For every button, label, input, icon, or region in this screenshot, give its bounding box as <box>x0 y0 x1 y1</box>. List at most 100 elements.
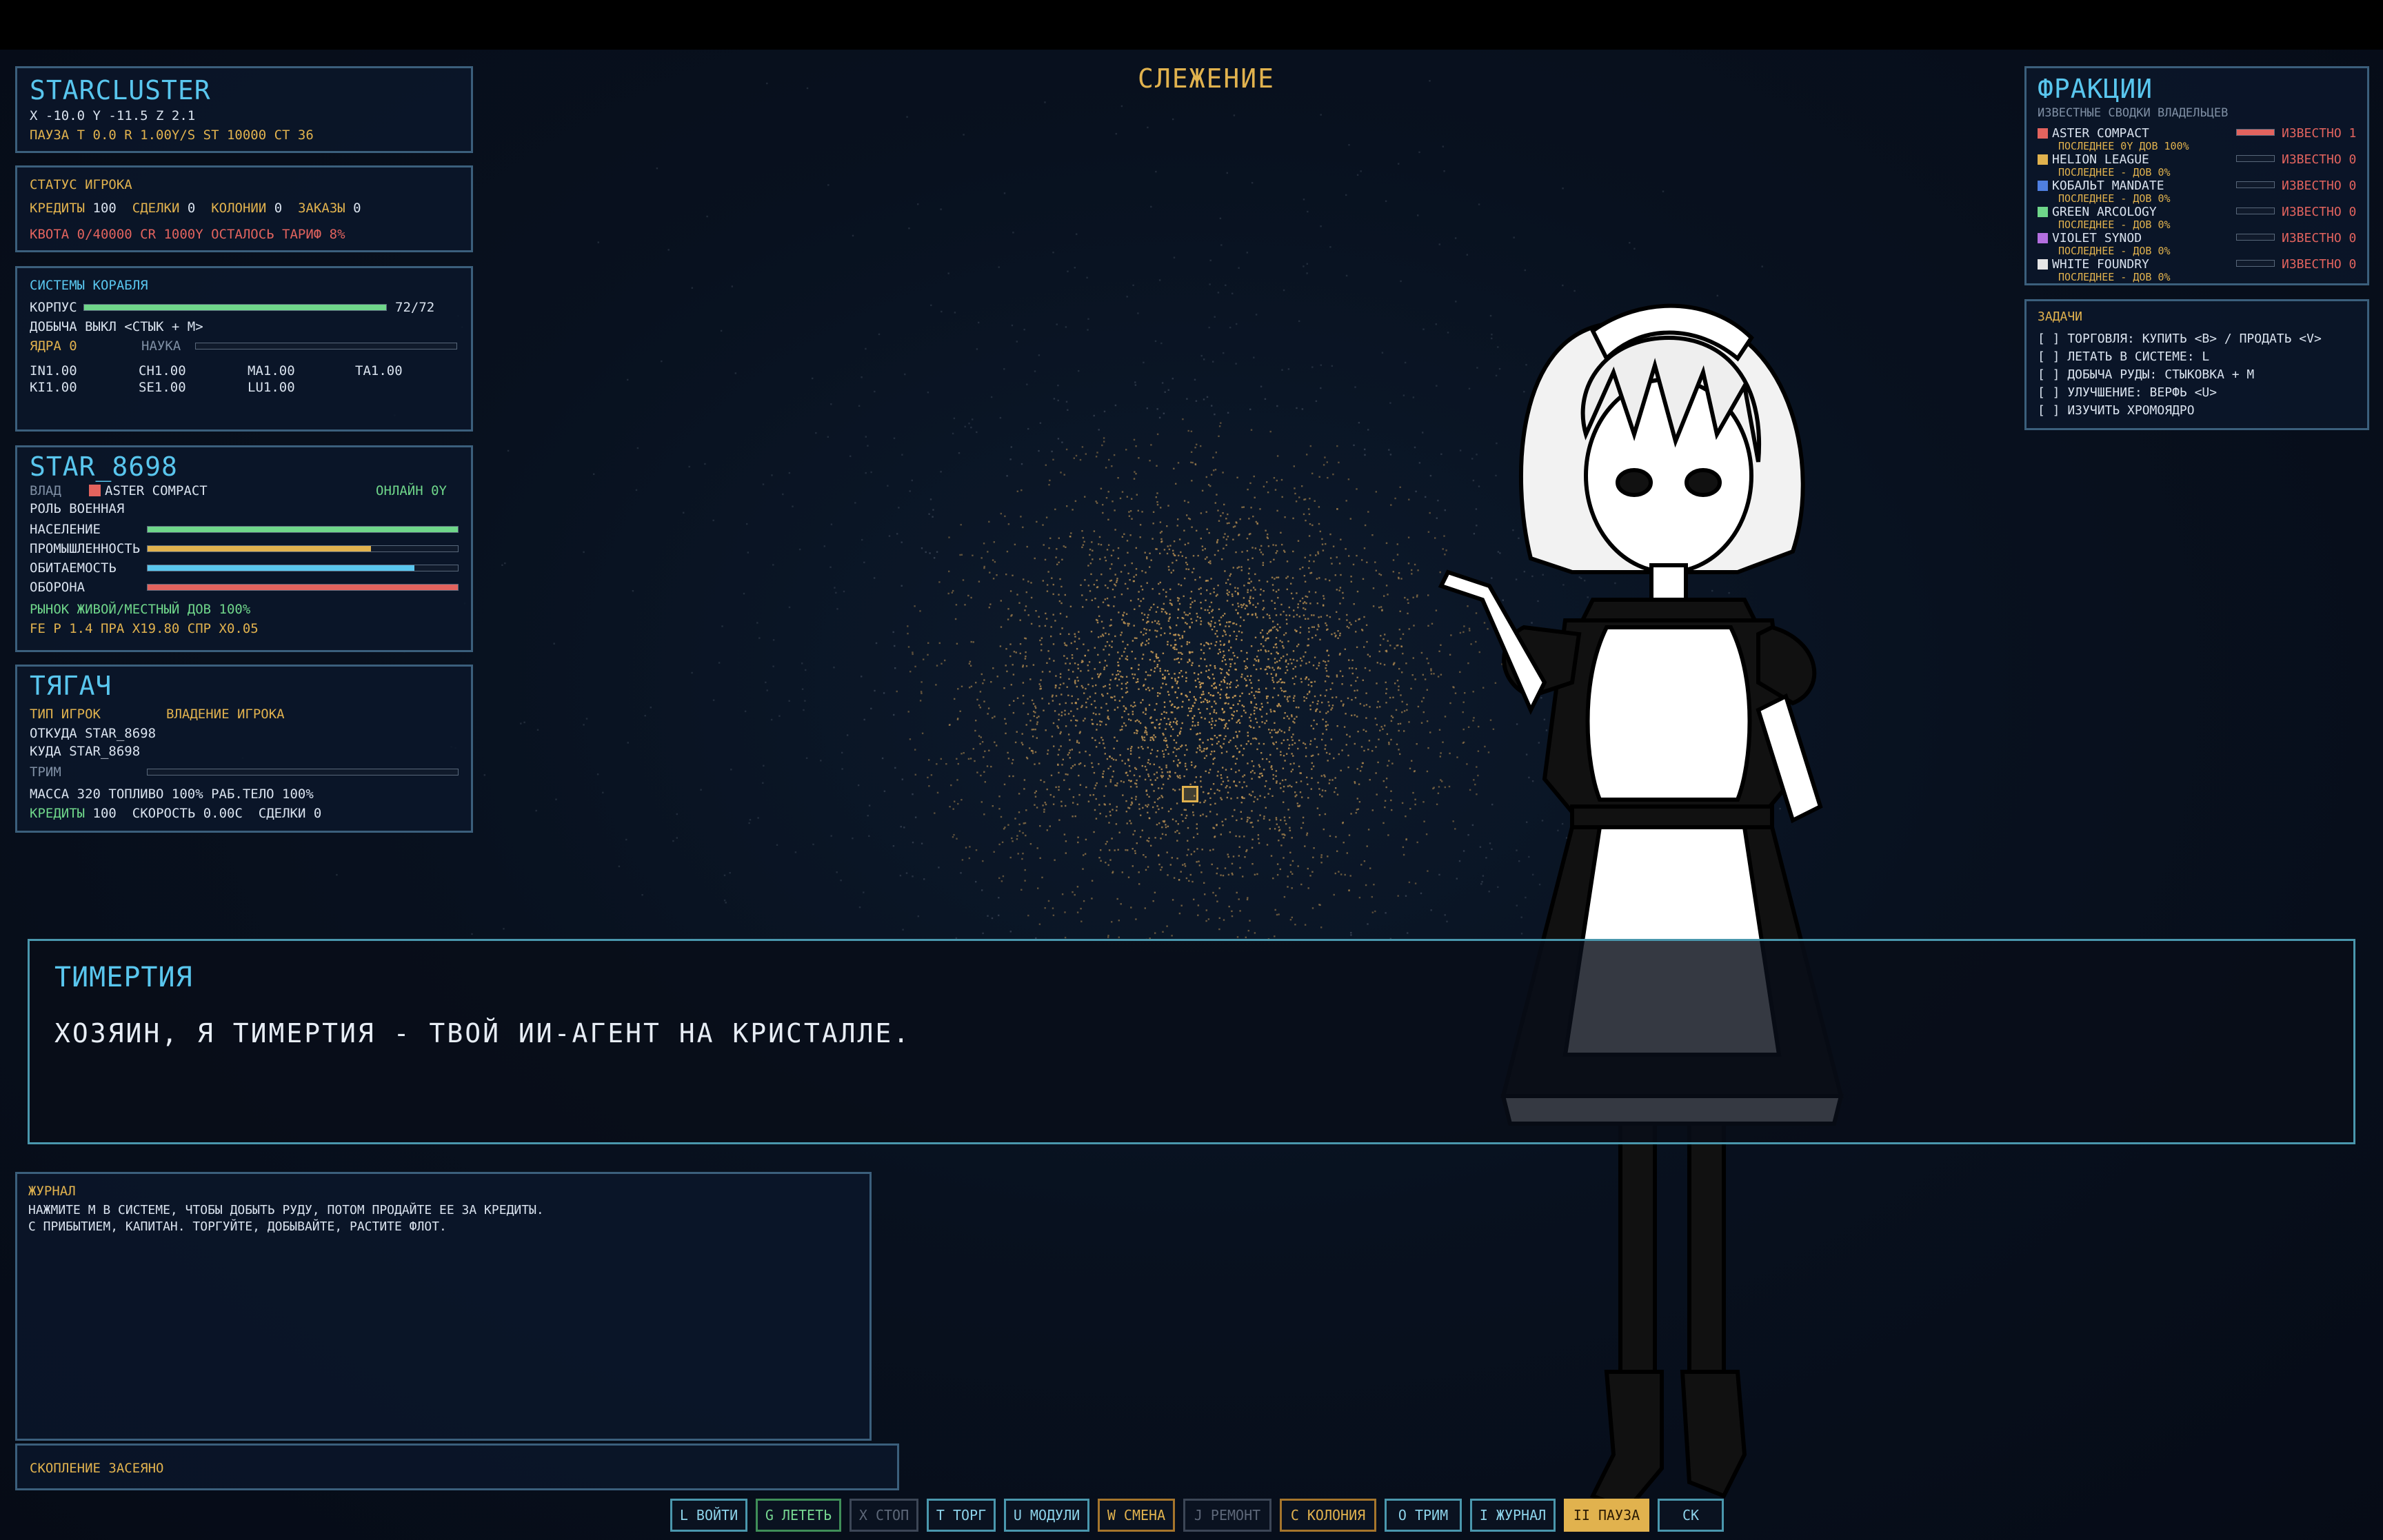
tug-speed: СКОРОСТЬ 0.00C <box>132 806 243 821</box>
quota-line: КВОТА 0/40000 CR 1000Y ОСТАЛОСЬ ТАРИФ 8% <box>30 227 345 242</box>
star-role: РОЛЬ ВОЕННАЯ <box>30 501 125 516</box>
ship-systems-panel: СИСТЕМЫ КОРАБЛЯ КОРПУС 72/72 ДОБЫЧА ВЫКЛ… <box>15 266 473 432</box>
tug-from: ОТКУДА STAR_8698 <box>30 726 157 741</box>
stat-in: IN1.00 <box>30 363 77 378</box>
hull-value: 72/72 <box>395 300 435 315</box>
colonies-value: 0 <box>274 201 283 216</box>
player-status-title: СТАТУС ИГРОКА <box>30 177 132 192</box>
science-label: НАУКА <box>141 338 181 354</box>
journal-title: ЖУРНАЛ <box>28 1184 76 1199</box>
faction-last-seen: ПОСЛЕДНЕЕ - ДОВ 0% <box>2058 271 2171 283</box>
faction-last-seen: ПОСЛЕДНЕЕ - ДОВ 0% <box>2058 166 2171 179</box>
credits-value: 100 <box>92 201 117 216</box>
defense-label: ОБОРОНА <box>30 580 86 595</box>
hotkey-trim-button[interactable]: O ТРИМ <box>1385 1499 1462 1532</box>
status-line-panel: СКОПЛЕНИЕ ЗАСЕЯНО <box>15 1443 899 1490</box>
faction-color-swatch <box>2038 233 2048 243</box>
stat-ki: KI1.00 <box>30 380 77 395</box>
tasks-panel: ЗАДАЧИ [ ] ТОРГОВЛЯ: КУПИТЬ <B> / ПРОДАТ… <box>2024 299 2369 430</box>
faction-known-bar <box>2236 155 2275 162</box>
deals-value: 0 <box>187 201 196 216</box>
faction-known-bar <box>2236 207 2275 214</box>
hotkey-journal-button[interactable]: I ЖУРНАЛ <box>1470 1499 1556 1532</box>
journal-panel[interactable]: ЖУРНАЛ НАЖМИТЕ M В СИСТЕМЕ, ЧТОБЫ ДОБЫТЬ… <box>15 1172 872 1441</box>
player-status-panel: СТАТУС ИГРОКА КРЕДИТЫ 100 СДЕЛКИ 0 КОЛОН… <box>15 165 473 252</box>
faction-color-swatch <box>2038 207 2048 217</box>
hotkey-repair-button[interactable]: J РЕМОНТ <box>1183 1499 1271 1532</box>
status-line-text: СКОПЛЕНИЕ ЗАСЕЯНО <box>30 1461 164 1476</box>
faction-last-seen: ПОСЛЕДНЕЕ 0Y ДОВ 100% <box>2058 140 2189 152</box>
faction-last-seen: ПОСЛЕДНЕЕ - ДОВ 0% <box>2058 192 2171 205</box>
cores-label: ЯДРА 0 <box>30 338 77 354</box>
starcluster-title: STARCLUSTER <box>30 75 211 105</box>
dialog-box[interactable]: ТИМЕРТИЯ ХОЗЯИН, Я ТИМЕРТИЯ - ТВОЙ ИИ-АГ… <box>28 939 2355 1144</box>
mass-row: МАССА 320 ТОПЛИВО 100% РАБ.ТЕЛО 100% <box>30 787 314 802</box>
task-item[interactable]: [ ] ЛЕТАТЬ В СИСТЕМЕ: L <box>2038 349 2209 365</box>
tug-deals: СДЕЛКИ 0 <box>258 806 322 821</box>
defense-bar <box>147 584 459 591</box>
faction-known-count: ИЗВЕСТНО 0 <box>2282 179 2357 193</box>
stat-ta: TA1.00 <box>355 363 403 378</box>
journal-line: НАЖМИТЕ M В СИСТЕМЕ, ЧТОБЫ ДОБЫТЬ РУДУ, … <box>28 1203 544 1217</box>
hotkey-fly-button[interactable]: G ЛЕТЕТЬ <box>756 1499 841 1532</box>
faction-color-swatch <box>2038 128 2048 139</box>
star-title: STAR_8698 <box>30 452 178 482</box>
starcluster-status: ПАУЗА T 0.0 R 1.00Y/S ST 10000 CT 36 <box>30 128 314 143</box>
hotkey-colony-button[interactable]: C КОЛОНИЯ <box>1280 1499 1376 1532</box>
starcluster-panel: STARCLUSTER X -10.0 Y -11.5 Z 2.1 ПАУЗА … <box>15 66 473 153</box>
faction-known-count: ИЗВЕСТНО 0 <box>2282 231 2357 245</box>
prices-line: FE P 1.4 ПРА X19.80 СПР X0.05 <box>30 621 259 636</box>
faction-last-seen: ПОСЛЕДНЕЕ - ДОВ 0% <box>2058 245 2171 257</box>
selected-star-marker[interactable] <box>1182 786 1198 802</box>
faction-known-bar <box>2236 234 2275 241</box>
tug-credits-value: 100 <box>92 806 117 821</box>
faction-color-swatch <box>2038 259 2048 270</box>
tug-footer: КРЕДИТЫ 100 СКОРОСТЬ 0.00C СДЕЛКИ 0 <box>30 806 321 821</box>
faction-color-swatch <box>2038 154 2048 165</box>
hotkey-trade-button[interactable]: T ТОРГ <box>927 1499 996 1532</box>
dialog-speaker-name: ТИМЕРТИЯ <box>54 962 193 993</box>
owner-name: ASTER COMPACT <box>105 483 208 498</box>
faction-known-bar <box>2236 181 2275 188</box>
stat-ch: CH1.00 <box>139 363 186 378</box>
timertia-character-portrait <box>1438 303 1844 1512</box>
faction-known-bar <box>2236 129 2275 136</box>
habitability-bar <box>147 565 459 571</box>
journal-line: С ПРИБЫТИЕМ, КАПИТАН. ТОРГУЙТЕ, ДОБЫВАЙТ… <box>28 1219 447 1234</box>
owner-faction: ASTER COMPACT <box>89 483 208 498</box>
tug-title: ТЯГАЧ <box>30 671 112 701</box>
stat-ma: MA1.00 <box>248 363 295 378</box>
hotkey-switch-button[interactable]: W СМЕНА <box>1098 1499 1175 1532</box>
hotkey-extra-button[interactable]: СК <box>1658 1499 1724 1532</box>
hotkey-enter-button[interactable]: L ВОЙТИ <box>670 1499 747 1532</box>
tug-ownership: ВЛАДЕНИЕ ИГРОКА <box>166 707 285 722</box>
online-status: ОНЛАЙН 0Y <box>376 483 447 498</box>
hotkey-pause-button[interactable]: II ПАУЗА <box>1564 1499 1649 1532</box>
trim-label: ТРИМ <box>30 764 61 780</box>
tug-type: ТИП ИГРОК <box>30 707 101 722</box>
hull-label: КОРПУС <box>30 300 77 315</box>
dialog-text: ХОЗЯИН, Я ТИМЕРТИЯ - ТВОЙ ИИ-АГЕНТ НА КР… <box>54 1018 912 1048</box>
top-black-bar <box>0 0 2383 50</box>
faction-known-count: ИЗВЕСТНО 0 <box>2282 205 2357 219</box>
industry-label: ПРОМЫШЛЕННОСТЬ <box>30 541 141 556</box>
stat-se: SE1.00 <box>139 380 186 395</box>
hotkey-stop-button[interactable]: X СТОП <box>849 1499 918 1532</box>
star-info-panel: STAR_8698 ВЛАД ASTER COMPACT ОНЛАЙН 0Y Р… <box>15 445 473 652</box>
faction-known-count: ИЗВЕСТНО 1 <box>2282 126 2357 141</box>
hotkey-modules-button[interactable]: U МОДУЛИ <box>1004 1499 1089 1532</box>
trim-bar <box>147 769 459 776</box>
faction-known-count: ИЗВЕСТНО 0 <box>2282 152 2357 167</box>
industry-bar <box>147 545 459 552</box>
faction-known-count: ИЗВЕСТНО 0 <box>2282 257 2357 272</box>
tug-credits-label: КРЕДИТЫ <box>30 806 86 821</box>
stat-lu: LU1.00 <box>248 380 295 395</box>
task-item[interactable]: [ ] ДОБЫЧА РУДЫ: СТЫКОВКА + M <box>2038 367 2254 383</box>
orders-value: 0 <box>353 201 361 216</box>
player-stats-row: КРЕДИТЫ 100 СДЕЛКИ 0 КОЛОНИИ 0 ЗАКАЗЫ 0 <box>30 201 361 216</box>
science-bar <box>195 343 457 349</box>
task-item[interactable]: [ ] ТОРГОВЛЯ: КУПИТЬ <B> / ПРОДАТЬ <V> <box>2038 332 2322 347</box>
task-item[interactable]: [ ] УЛУЧШЕНИЕ: ВЕРФЬ <U> <box>2038 385 2217 401</box>
task-item[interactable]: [ ] ИЗУЧИТЬ ХРОМОЯДРО <box>2038 403 2195 418</box>
orders-label: ЗАКАЗЫ <box>298 201 345 216</box>
